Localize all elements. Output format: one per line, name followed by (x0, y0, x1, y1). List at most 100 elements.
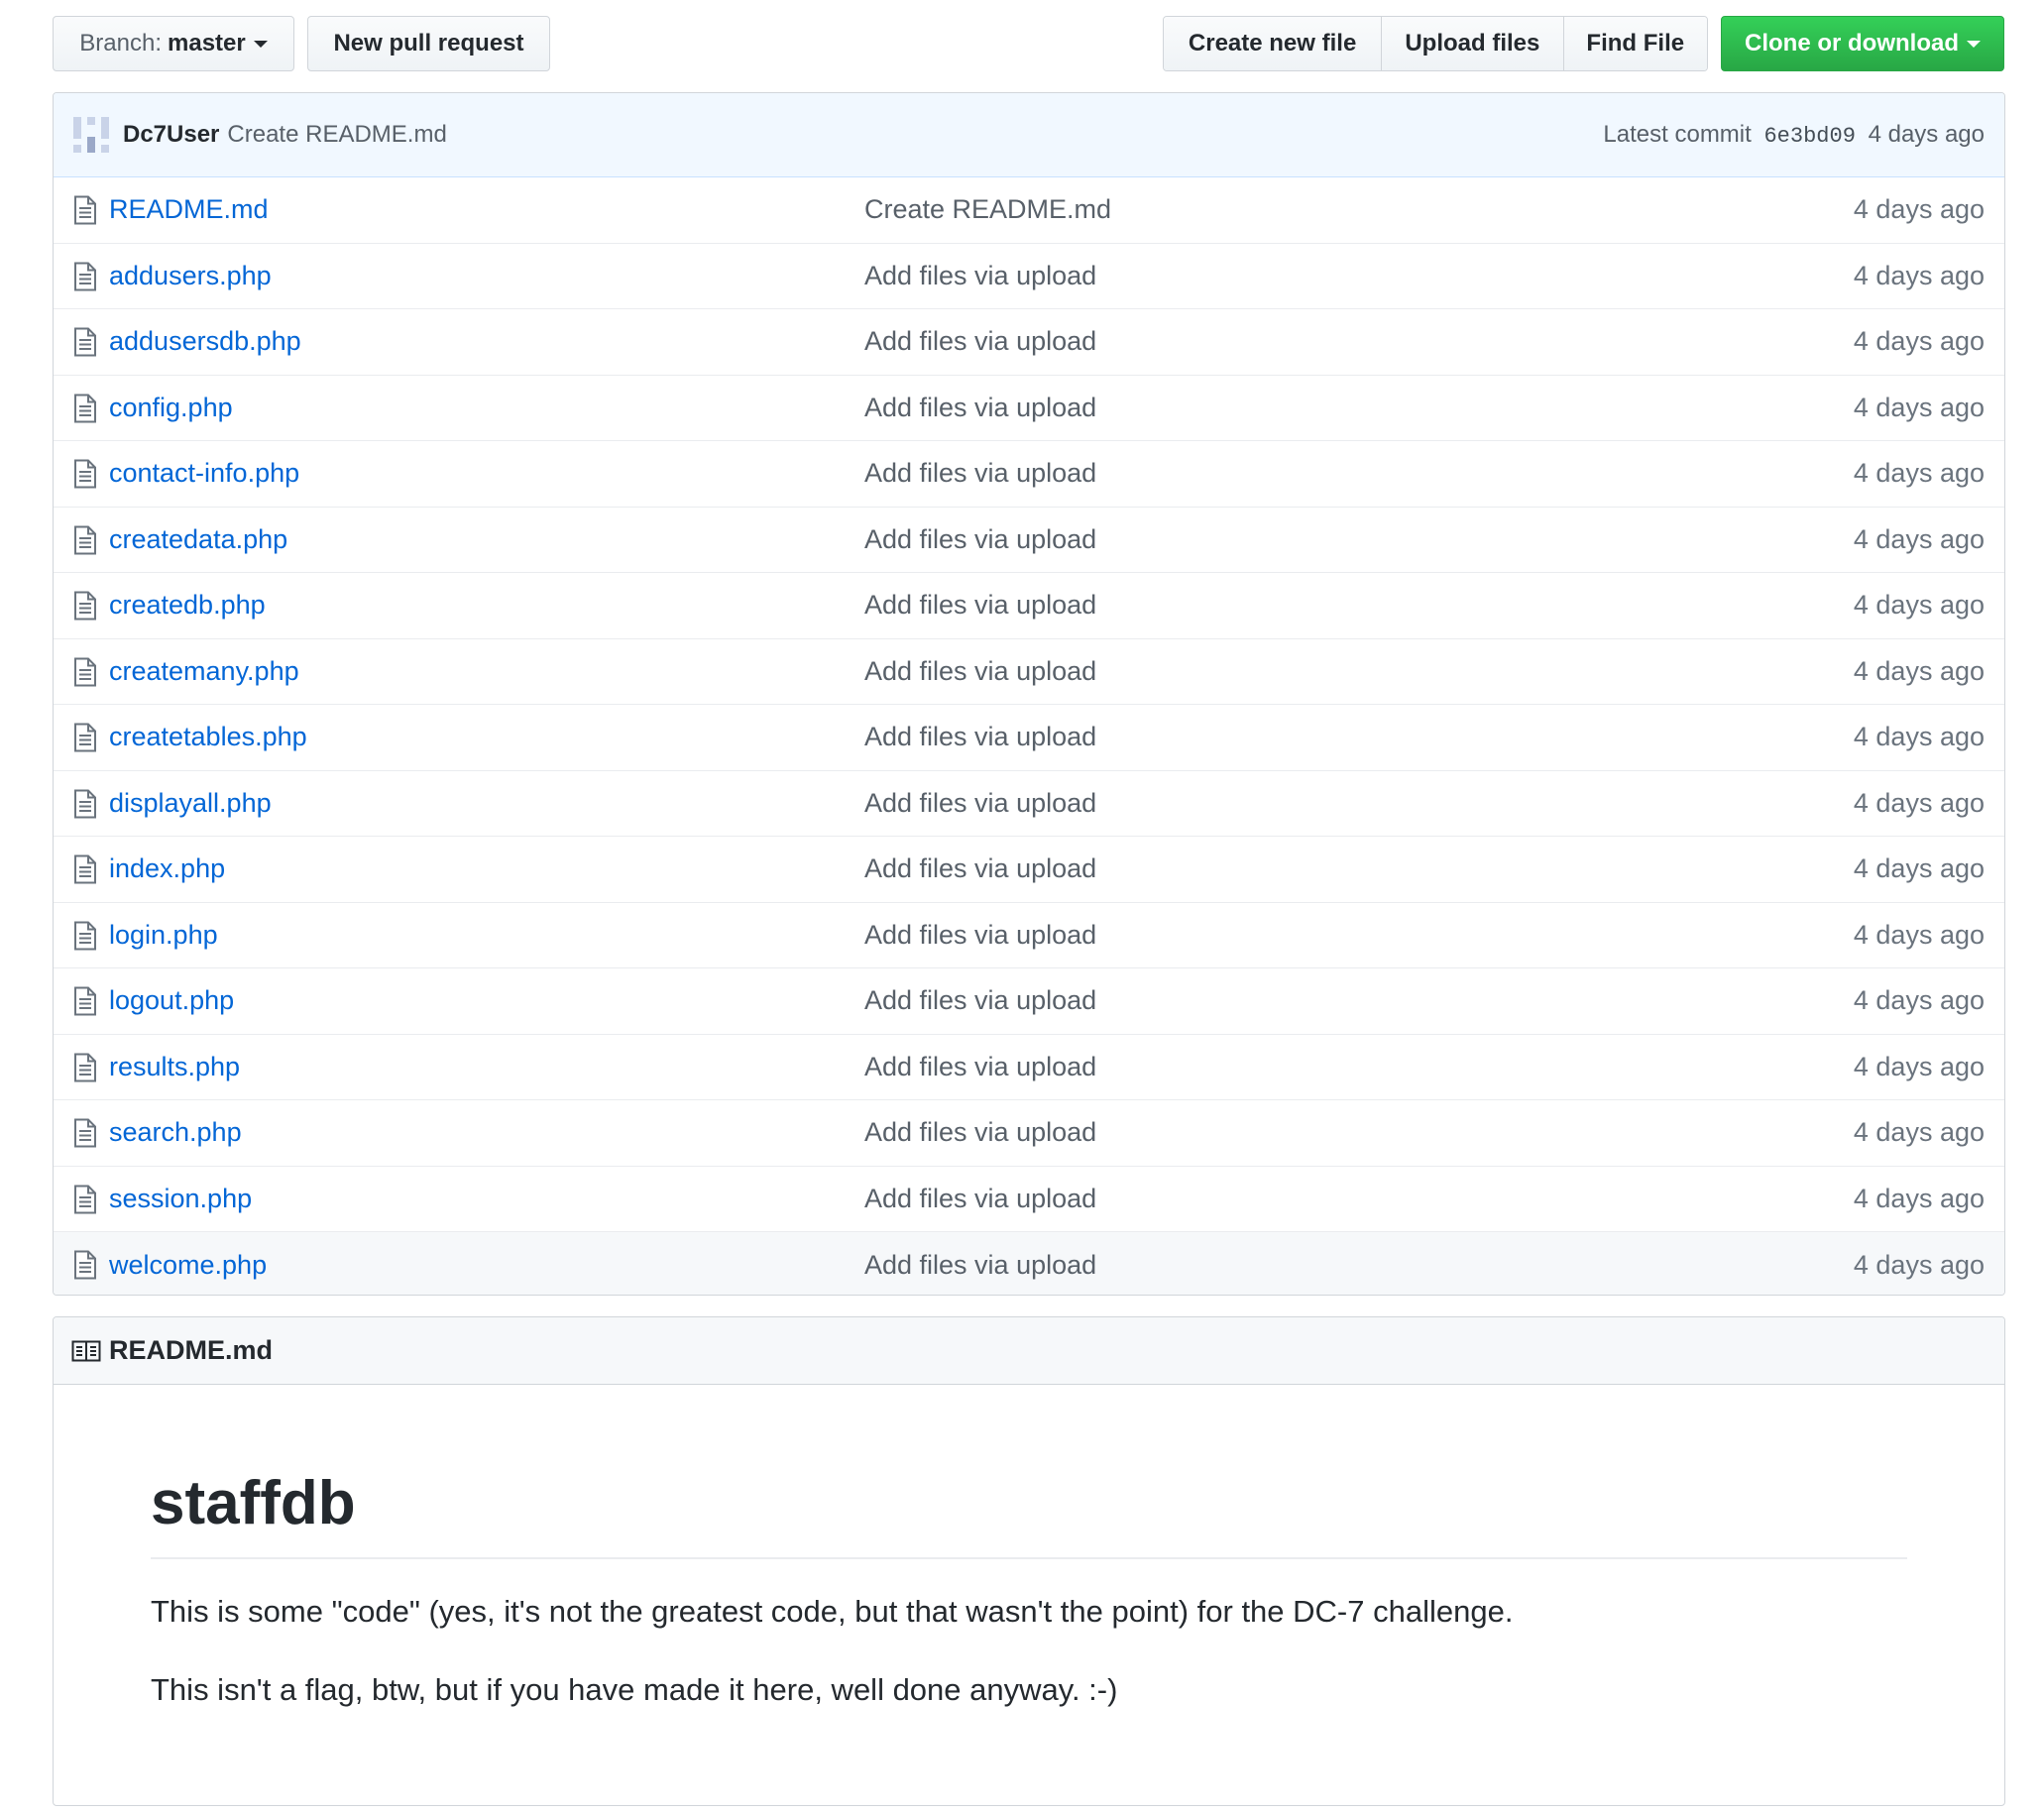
file-age: 4 days ago (1853, 853, 1985, 884)
table-row: createtables.php Add files via upload 4 da… (54, 705, 2004, 771)
file-icon (73, 525, 97, 555)
file-name-link[interactable]: session.php (109, 1184, 252, 1214)
commit-message-link[interactable]: Create README.md (227, 121, 446, 149)
file-commit-message-link[interactable]: Add files via upload (864, 524, 1096, 555)
file-age: 4 days ago (1853, 1117, 1985, 1148)
file-age: 4 days ago (1853, 523, 1985, 554)
commit-sha-link[interactable]: 6e3bd09 (1763, 124, 1855, 149)
commit-author-link[interactable]: Dc7User (123, 121, 219, 149)
file-icon (73, 986, 97, 1016)
file-name-link[interactable]: createdata.php (109, 524, 287, 555)
file-age: 4 days ago (1853, 260, 1985, 290)
readme-box: README.md staffdb This is some "code" (y… (53, 1316, 2005, 1806)
caret-down-icon (1967, 40, 1981, 48)
file-icon (73, 723, 97, 752)
readme-header-label[interactable]: README.md (109, 1335, 273, 1366)
file-actions-group: Create new file Upload files Find File (1163, 16, 1708, 71)
file-icon (73, 1185, 97, 1214)
file-age: 4 days ago (1853, 787, 1985, 818)
find-file-button[interactable]: Find File (1563, 17, 1707, 70)
avatar[interactable] (73, 117, 109, 153)
branch-name: master (168, 30, 246, 57)
file-name-link[interactable]: createdb.php (109, 590, 266, 621)
file-name-link[interactable]: createtables.php (109, 722, 307, 752)
commit-age: 4 days ago (1868, 121, 1985, 148)
file-commit-message-link[interactable]: Add files via upload (864, 1184, 1096, 1214)
book-icon (71, 1340, 101, 1361)
file-age: 4 days ago (1853, 722, 1985, 752)
file-name-link[interactable]: search.php (109, 1117, 242, 1148)
file-name-link[interactable]: results.php (109, 1052, 240, 1082)
file-age: 4 days ago (1853, 985, 1985, 1016)
readme-paragraph-2: This isn't a flag, btw, but if you have … (151, 1671, 1118, 1707)
file-icon (73, 262, 97, 291)
file-commit-message-link[interactable]: Add files via upload (864, 722, 1096, 752)
file-name-link[interactable]: displayall.php (109, 788, 272, 819)
file-name-link[interactable]: welcome.php (109, 1250, 267, 1281)
file-icon (73, 327, 97, 357)
file-commit-message-link[interactable]: Add files via upload (864, 326, 1096, 357)
file-icon (73, 1250, 97, 1280)
file-commit-message-link[interactable]: Add files via upload (864, 788, 1096, 819)
table-row: addusers.php Add files via upload 4 days a… (54, 244, 2004, 309)
branch-select-button[interactable]: Branch: master (53, 16, 294, 71)
file-icon (73, 195, 97, 225)
file-name-link[interactable]: addusers.php (109, 261, 272, 291)
clone-or-download-label: Clone or download (1745, 30, 1959, 57)
file-icon (73, 789, 97, 819)
file-name-link[interactable]: logout.php (109, 985, 234, 1016)
file-name-link[interactable]: config.php (109, 393, 233, 423)
file-icon (73, 1053, 97, 1082)
file-age: 4 days ago (1853, 919, 1985, 950)
create-new-file-button[interactable]: Create new file (1164, 17, 1383, 70)
file-commit-message-link[interactable]: Add files via upload (864, 853, 1096, 884)
file-commit-message-link[interactable]: Add files via upload (864, 590, 1096, 621)
file-age: 4 days ago (1853, 392, 1985, 422)
table-row: contact-info.php Add files via upload 4 da… (54, 441, 2004, 508)
table-row: logout.php Add files via upload 4 days ago (54, 968, 2004, 1035)
new-pull-request-button[interactable]: New pull request (307, 16, 550, 71)
file-name-link[interactable]: createmany.php (109, 656, 299, 687)
file-age: 4 days ago (1853, 655, 1985, 686)
table-row: createdata.php Add files via upload 4 days… (54, 508, 2004, 573)
file-name-link[interactable]: index.php (109, 853, 225, 884)
file-name-link[interactable]: contact-info.php (109, 458, 299, 489)
table-row: displayall.php Add files via upload 4 days… (54, 771, 2004, 837)
file-name-link[interactable]: addusersdb.php (109, 326, 301, 357)
file-icon (73, 1118, 97, 1148)
readme-header: README.md (54, 1317, 2004, 1385)
latest-commit-bar: Dc7User Create README.md Latest commit 6… (54, 93, 2004, 177)
file-commit-message-link[interactable]: Add files via upload (864, 656, 1096, 687)
table-row: welcome.php Add files via upload 4 days ag… (54, 1232, 2004, 1295)
file-commit-message-link[interactable]: Add files via upload (864, 393, 1096, 423)
readme-content: staffdb This is some "code" (yes, it's n… (151, 1385, 1907, 1710)
file-name-link[interactable]: login.php (109, 920, 218, 951)
clone-or-download-button[interactable]: Clone or download (1721, 16, 2004, 71)
file-age: 4 days ago (1853, 1051, 1985, 1081)
file-commit-message-link[interactable]: Add files via upload (864, 920, 1096, 951)
file-age: 4 days ago (1853, 194, 1985, 225)
file-name-link[interactable]: README.md (109, 194, 269, 225)
file-listing: Dc7User Create README.md Latest commit 6… (53, 92, 2005, 1296)
upload-files-button[interactable]: Upload files (1382, 17, 1564, 70)
file-commit-message-link[interactable]: Add files via upload (864, 261, 1096, 291)
file-commit-message-link[interactable]: Add files via upload (864, 1117, 1096, 1148)
table-row: login.php Add files via upload 4 days ago (54, 903, 2004, 968)
table-row: config.php Add files via upload 4 days ago (54, 376, 2004, 441)
file-commit-message-link[interactable]: Create README.md (864, 194, 1111, 225)
file-age: 4 days ago (1853, 590, 1985, 621)
file-icon (73, 394, 97, 423)
latest-commit-label: Latest commit (1603, 121, 1752, 148)
table-row: createmany.php Add files via upload 4 days… (54, 639, 2004, 705)
table-row: README.md Create README.md 4 days ago (54, 177, 2004, 244)
latest-commit-info: Latest commit 6e3bd09 4 days ago (1603, 121, 1985, 149)
branch-prefix-label: Branch: (79, 30, 162, 57)
file-commit-message-link[interactable]: Add files via upload (864, 458, 1096, 489)
file-commit-message-link[interactable]: Add files via upload (864, 1052, 1096, 1082)
table-row: search.php Add files via upload 4 days ago (54, 1100, 2004, 1167)
file-icon (73, 657, 97, 687)
readme-paragraph-1: This is some "code" (yes, it's not the g… (151, 1594, 1514, 1630)
file-age: 4 days ago (1853, 458, 1985, 489)
file-commit-message-link[interactable]: Add files via upload (864, 985, 1096, 1016)
file-commit-message-link[interactable]: Add files via upload (864, 1250, 1096, 1281)
